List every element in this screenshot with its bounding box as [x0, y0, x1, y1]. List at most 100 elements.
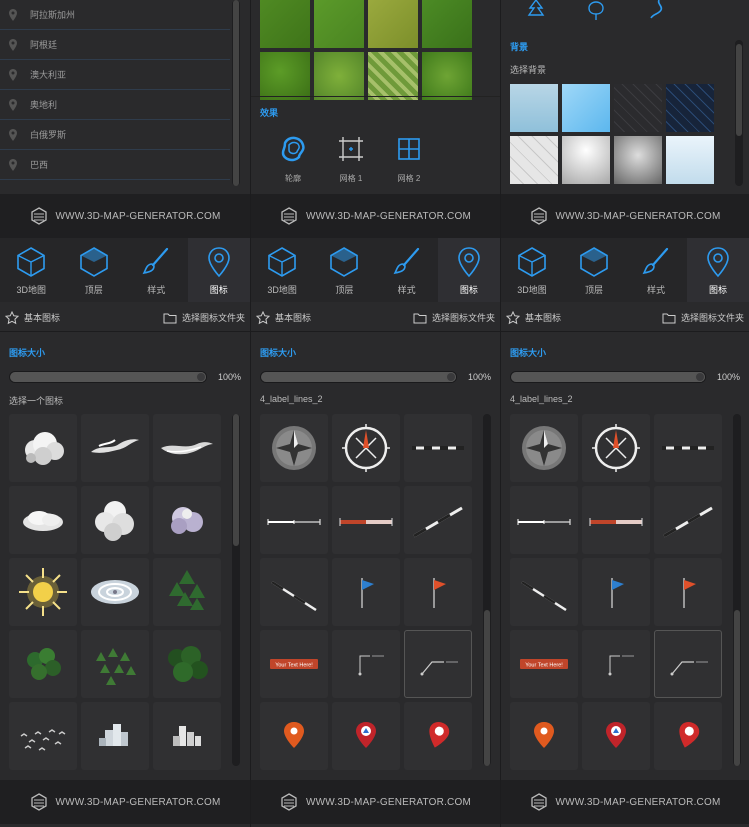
icon-cell[interactable] — [582, 486, 650, 554]
icon-cell[interactable] — [404, 558, 472, 626]
effect-outline-button[interactable]: 轮廓 — [275, 133, 311, 184]
list-item[interactable]: 巴西 — [0, 150, 230, 180]
list-item[interactable]: 澳大利亚 — [0, 60, 230, 90]
icon-cell[interactable]: Your Text Here! — [260, 630, 328, 698]
icon-size-slider[interactable] — [510, 371, 706, 383]
list-item[interactable]: 奥地利 — [0, 90, 230, 120]
icon-cell[interactable] — [153, 702, 221, 770]
icon-cell[interactable] — [510, 414, 578, 482]
icon-cell[interactable] — [81, 558, 149, 626]
icon-cell[interactable] — [332, 414, 400, 482]
scrollbar-thumb[interactable] — [734, 610, 740, 766]
icon-cell[interactable] — [510, 558, 578, 626]
icon-size-slider[interactable] — [260, 371, 457, 383]
slider-knob[interactable] — [695, 372, 705, 382]
tab-3d-map[interactable]: 3D地图 — [0, 238, 63, 302]
icon-cell[interactable] — [582, 702, 650, 770]
tab-style[interactable]: 样式 — [125, 238, 188, 302]
icon-cell[interactable] — [332, 558, 400, 626]
icon-cell[interactable] — [153, 630, 221, 698]
grass-texture-tile[interactable] — [314, 0, 364, 48]
icon-cell[interactable] — [260, 558, 328, 626]
scrollbar-thumb[interactable] — [233, 414, 239, 546]
effect-grid-2-button[interactable]: 网格 2 — [391, 133, 427, 184]
list-item[interactable]: 阿根廷 — [0, 30, 230, 60]
sky-background-tile[interactable] — [562, 84, 610, 132]
tab-top-layer[interactable]: 顶层 — [313, 238, 375, 302]
tab-icons[interactable]: 图标 — [187, 238, 250, 302]
icon-cell[interactable] — [81, 414, 149, 482]
scrollbar-thumb[interactable] — [233, 0, 239, 186]
basic-icons-button[interactable]: 基本图标 — [5, 310, 60, 325]
grass-texture-tile[interactable] — [314, 52, 364, 100]
scrollbar-thumb[interactable] — [484, 610, 490, 766]
icon-cell[interactable]: Your Text Here! — [510, 630, 578, 698]
icon-cell-selected[interactable] — [404, 630, 472, 698]
tab-style[interactable]: 样式 — [376, 238, 438, 302]
tab-top-layer[interactable]: 顶层 — [63, 238, 126, 302]
icon-cell[interactable] — [332, 630, 400, 698]
background-scrollbar[interactable] — [735, 40, 743, 186]
basic-icons-button[interactable]: 基本图标 — [256, 310, 311, 325]
icon-cell[interactable] — [510, 702, 578, 770]
icon-cell[interactable] — [582, 558, 650, 626]
basic-icons-button[interactable]: 基本图标 — [506, 310, 561, 325]
effect-grid-1-button[interactable]: 网格 1 — [333, 133, 369, 184]
icon-cell[interactable] — [9, 558, 77, 626]
water-background-tile[interactable] — [510, 84, 558, 132]
grass-texture-tile[interactable] — [422, 52, 472, 100]
leaf-texture-tile[interactable] — [368, 52, 418, 100]
icon-cell[interactable] — [260, 414, 328, 482]
grid-scrollbar[interactable] — [483, 414, 491, 766]
light-grid-background-tile[interactable] — [510, 136, 558, 184]
icon-cell[interactable] — [153, 558, 221, 626]
icon-cell[interactable] — [332, 486, 400, 554]
grey-gradient-background-tile[interactable] — [614, 136, 662, 184]
tab-3d-map[interactable]: 3D地图 — [501, 238, 563, 302]
list-item[interactable]: 阿拉斯加州 — [0, 0, 230, 30]
icon-cell[interactable] — [582, 630, 650, 698]
river-icon[interactable] — [643, 0, 669, 20]
icon-cell[interactable] — [332, 702, 400, 770]
tab-icons[interactable]: 图标 — [437, 238, 500, 302]
icon-cell-selected[interactable] — [654, 630, 722, 698]
slider-knob[interactable] — [196, 372, 206, 382]
icon-cell[interactable] — [510, 486, 578, 554]
icon-cell[interactable] — [260, 486, 328, 554]
icon-cell[interactable] — [654, 486, 722, 554]
list-item[interactable]: 白俄罗斯 — [0, 120, 230, 150]
icon-cell[interactable] — [153, 414, 221, 482]
pale-blue-background-tile[interactable] — [666, 136, 714, 184]
select-folder-button[interactable]: 选择图标文件夹 — [163, 311, 245, 325]
tab-top-layer[interactable]: 顶层 — [563, 238, 625, 302]
grid-scrollbar[interactable] — [733, 414, 741, 766]
select-folder-button[interactable]: 选择图标文件夹 — [413, 311, 495, 325]
grid-scrollbar[interactable] — [232, 414, 240, 766]
icon-cell[interactable] — [81, 630, 149, 698]
tab-3d-map[interactable]: 3D地图 — [251, 238, 313, 302]
icon-cell[interactable] — [404, 414, 472, 482]
dark-grid-background-tile[interactable] — [614, 84, 662, 132]
icon-cell[interactable] — [654, 702, 722, 770]
icon-cell[interactable] — [654, 558, 722, 626]
icon-cell[interactable] — [9, 630, 77, 698]
icon-cell[interactable] — [9, 414, 77, 482]
grass-texture-tile[interactable] — [422, 0, 472, 48]
select-folder-button[interactable]: 选择图标文件夹 — [662, 311, 744, 325]
tab-icons[interactable]: 图标 — [687, 238, 749, 302]
blueprint-background-tile[interactable] — [666, 84, 714, 132]
slider-knob[interactable] — [446, 372, 456, 382]
tree-icon[interactable] — [583, 0, 609, 20]
grass-texture-tile[interactable] — [368, 0, 418, 48]
grass-texture-tile[interactable] — [260, 52, 310, 100]
icon-cell[interactable] — [9, 486, 77, 554]
icon-cell[interactable] — [260, 702, 328, 770]
icon-cell[interactable] — [404, 486, 472, 554]
icon-size-slider[interactable] — [9, 371, 207, 383]
icon-cell[interactable] — [9, 702, 77, 770]
icon-cell[interactable] — [153, 486, 221, 554]
scrollbar-thumb[interactable] — [736, 44, 742, 136]
tab-style[interactable]: 样式 — [625, 238, 687, 302]
icon-cell[interactable] — [404, 702, 472, 770]
icon-cell[interactable] — [654, 414, 722, 482]
